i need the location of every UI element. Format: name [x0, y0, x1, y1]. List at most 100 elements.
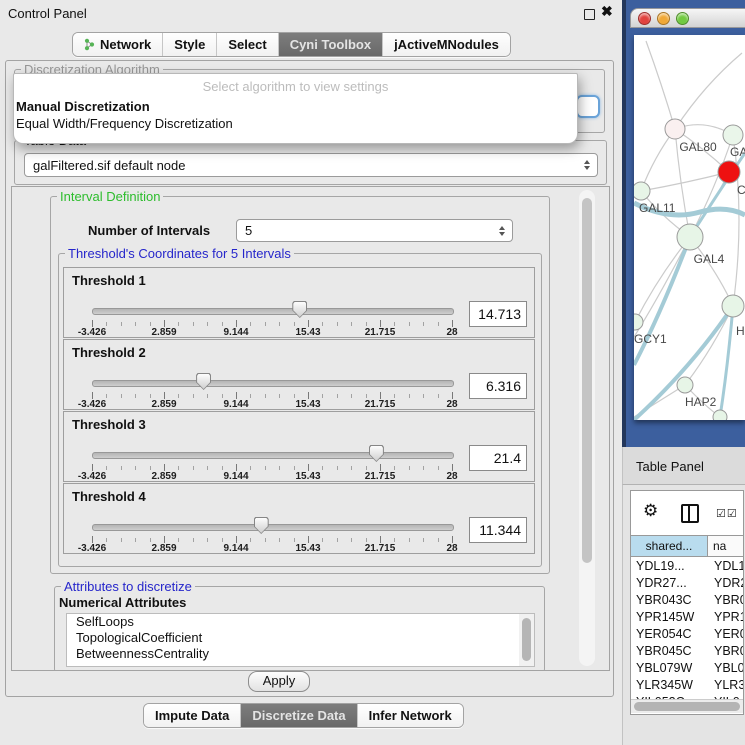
cell-shared-name[interactable]: YBR045C [631, 643, 708, 660]
tab-label: Network [100, 37, 151, 52]
table-hscrollbar[interactable] [631, 699, 743, 713]
tab-network[interactable]: Network [73, 33, 162, 56]
table-row: YPR145WYPR1 [631, 609, 743, 626]
cell-shared-name[interactable]: YLR345W [631, 677, 708, 694]
cell-name[interactable]: YDL1 [708, 558, 743, 575]
tab-select[interactable]: Select [216, 33, 277, 56]
network-node-c[interactable] [718, 161, 740, 183]
tick-label: 15.43 [295, 543, 320, 554]
tick-mark [351, 394, 352, 398]
cell-name[interactable]: YBR0 [708, 643, 743, 660]
tick-mark [265, 394, 266, 398]
popup-item-equal-width-frequency-discretization[interactable]: Equal Width/Frequency Discretization [14, 115, 577, 132]
gear-icon[interactable]: ⚙ [643, 502, 658, 519]
column-header-na[interactable]: na [708, 536, 743, 556]
tick-label: 21.715 [365, 471, 396, 482]
threshold-value-field[interactable]: 6.316 [469, 373, 527, 399]
slider-track[interactable] [92, 308, 454, 315]
tick-mark [164, 536, 165, 543]
tick-mark [308, 464, 309, 471]
checkboxes-icon[interactable]: ☑☑ [716, 507, 738, 520]
cell-name[interactable]: YPR1 [708, 609, 743, 626]
tab-style[interactable]: Style [162, 33, 216, 56]
thresholds-group: Threshold's Coordinates for 5 Intervals … [58, 253, 542, 567]
slider-thumb[interactable] [369, 445, 384, 462]
cell-name[interactable]: YDR2 [708, 575, 743, 592]
tick-mark [207, 394, 208, 398]
node-label: H [736, 324, 745, 338]
tab-jactivemnodules[interactable]: jActiveMNodules [382, 33, 510, 56]
slider-track[interactable] [92, 380, 454, 387]
cell-shared-name[interactable]: YBL079W [631, 660, 708, 677]
network-node-gal80[interactable] [665, 119, 685, 139]
tick-label: 2.859 [151, 471, 176, 482]
tab-infer-network[interactable]: Infer Network [357, 704, 463, 727]
network-node[interactable] [713, 410, 727, 420]
cell-shared-name[interactable]: YER054C [631, 626, 708, 643]
attribute-item-selfloops[interactable]: SelfLoops [67, 614, 534, 630]
slider-track[interactable] [92, 452, 454, 459]
slider-thumb[interactable] [254, 517, 269, 534]
tick-mark [150, 538, 151, 542]
threshold-value-field[interactable]: 21.4 [469, 445, 527, 471]
attribute-item-betweennesscentrality[interactable]: BetweennessCentrality [67, 646, 534, 662]
settings-scrollbar[interactable] [579, 190, 595, 666]
tick-mark [337, 466, 338, 470]
cell-name[interactable]: YBL0 [708, 660, 743, 677]
numerical-attributes-list[interactable]: SelfLoopsTopologicalCoefficientBetweenne… [66, 613, 535, 667]
cell-shared-name[interactable]: YBR043C [631, 592, 708, 609]
zoom-traffic-light[interactable] [676, 12, 689, 25]
close-traffic-light[interactable] [638, 12, 651, 25]
threshold-label: Threshold 3 [72, 417, 146, 432]
algorithm-dropdown-popup: Select algorithm to view settings Manual… [13, 73, 578, 144]
network-node-hap2[interactable] [677, 377, 693, 393]
tick-label: 21.715 [365, 543, 396, 554]
network-window-titlebar[interactable] [630, 8, 745, 28]
tick-mark [222, 394, 223, 398]
network-node-ga[interactable] [723, 125, 743, 145]
network-node-gal11[interactable] [634, 182, 650, 200]
table-data-combo[interactable]: galFiltered.sif default node [24, 153, 598, 177]
tick-mark [409, 322, 410, 326]
tick-mark [193, 322, 194, 326]
tick-mark [394, 538, 395, 542]
popup-item-manual-discretization[interactable]: Manual Discretization [14, 98, 577, 115]
scrollbar-thumb[interactable] [582, 198, 592, 563]
tab-discretize-data[interactable]: Discretize Data [240, 704, 356, 727]
network-view-canvas[interactable]: GAL80GACGAL11GAL4GCY1HHAP2 [634, 35, 745, 420]
cell-shared-name[interactable]: YPR145W [631, 609, 708, 626]
algorithm-combo-focus-ring[interactable] [576, 95, 600, 118]
cell-shared-name[interactable]: YDR27... [631, 575, 708, 592]
number-of-intervals-combo[interactable]: 5 [236, 219, 513, 242]
tick-label: 9.144 [223, 327, 248, 338]
network-node-h[interactable] [722, 295, 744, 317]
tick-mark [193, 394, 194, 398]
network-node-gcy1[interactable] [634, 314, 643, 330]
slider-thumb[interactable] [292, 301, 307, 318]
tab-cyni-toolbox[interactable]: Cyni Toolbox [278, 33, 382, 56]
list-scrollbar[interactable] [519, 614, 534, 666]
network-node-gal4[interactable] [677, 224, 703, 250]
node-table: ⚙ ☑☑ shared...na YDL19...YDL1YDR27...YDR… [630, 490, 744, 715]
attribute-item-topologicalcoefficient[interactable]: TopologicalCoefficient [67, 630, 534, 646]
scrollbar-thumb[interactable] [634, 702, 740, 711]
apply-button[interactable]: Apply [248, 671, 310, 692]
slider-track[interactable] [92, 524, 454, 531]
float-window-icon[interactable] [584, 9, 595, 20]
cell-name[interactable]: YBR0 [708, 592, 743, 609]
slider-thumb[interactable] [196, 373, 211, 390]
cell-name[interactable]: YER0 [708, 626, 743, 643]
cell-name[interactable]: YLR3 [708, 677, 743, 694]
cell-shared-name[interactable]: YDL19... [631, 558, 708, 575]
spinner-arrows-icon [584, 160, 590, 170]
columns-icon[interactable] [681, 504, 699, 523]
threshold-value-field[interactable]: 14.713 [469, 301, 527, 327]
tick-mark [207, 322, 208, 326]
column-header-shared[interactable]: shared... [631, 536, 708, 556]
tab-impute-data[interactable]: Impute Data [144, 704, 240, 727]
threshold-value-field[interactable]: 11.344 [469, 517, 527, 543]
minimize-traffic-light[interactable] [657, 12, 670, 25]
close-icon[interactable]: ✖ [601, 3, 613, 20]
slider-tick-labels: -3.4262.8599.14415.4321.71528 [92, 327, 452, 339]
threshold-label: Threshold 4 [72, 489, 146, 504]
